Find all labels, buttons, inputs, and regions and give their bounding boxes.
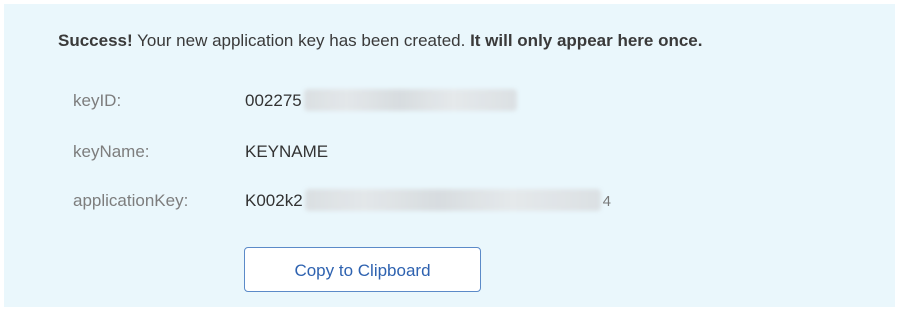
application-key-tail-text: 4 [602,193,612,210]
success-body-text: Your new application key has been create… [132,31,471,50]
key-name-label: keyName: [73,142,150,161]
copy-to-clipboard-button[interactable]: Copy to Clipboard [244,247,481,292]
application-key-visible-text: K002k2 [245,191,303,210]
application-key-label: applicationKey: [73,191,189,210]
success-message: Success! Your new application key has be… [58,31,702,51]
key-id-redaction [303,89,517,112]
success-label: Success! [58,31,133,50]
key-id-row: keyID: 002275 [73,86,517,116]
key-id-label: keyID: [73,91,122,110]
application-key-value: K002k2 4 [245,186,611,217]
key-id-value: 002275 [245,86,517,116]
key-id-visible-text: 002275 [245,91,302,110]
key-name-row: keyName: KEYNAME [73,137,328,167]
success-emphasis-text: It will only appear here once. [470,31,703,50]
application-key-redaction [304,189,601,212]
application-key-row: applicationKey: K002k2 4 [73,186,611,216]
key-name-value: KEYNAME [245,142,329,161]
key-created-panel: Success! Your new application key has be… [4,4,895,307]
